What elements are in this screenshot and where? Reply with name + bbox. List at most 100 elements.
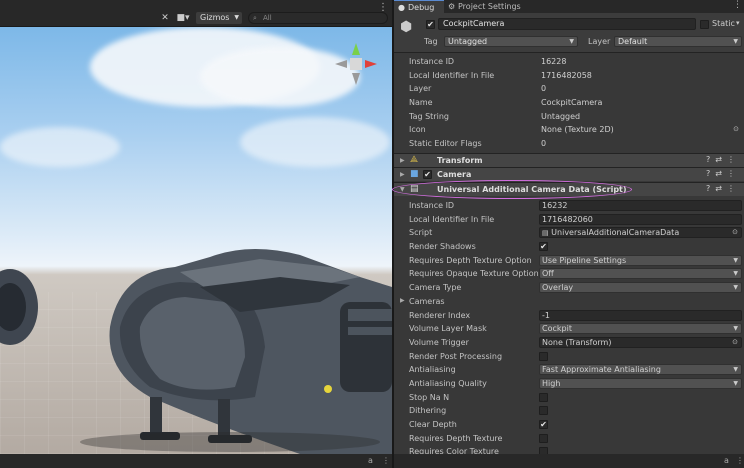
- camera-icon: ■: [410, 169, 419, 179]
- gameobject-active-checkbox[interactable]: ✔: [426, 20, 435, 29]
- scene-status-bar: a ⋮: [0, 454, 392, 468]
- scene-view[interactable]: ⋮ ✕ ■▾ Gizmos ▼ ⌕ All a ⋮: [0, 0, 392, 468]
- object-picker-icon[interactable]: ⊙: [733, 124, 739, 135]
- prop-name: Requires Depth Texture Option: [409, 255, 532, 265]
- prop-name: Camera Type: [409, 283, 462, 293]
- post-processing-checkbox[interactable]: [539, 351, 548, 361]
- object-picker-icon[interactable]: ⊙: [732, 338, 738, 347]
- cameras-foldout-label[interactable]: Cameras: [409, 297, 445, 306]
- object-field-text: None (Transform): [542, 337, 612, 347]
- tools-icon[interactable]: ✕: [158, 12, 172, 24]
- component-camera[interactable]: ▶ ■ ✔ Camera ?⇄⋮: [394, 167, 744, 181]
- dropdown-value: High: [542, 378, 561, 388]
- tab-project-settings[interactable]: ⚙ Project Settings: [444, 0, 536, 13]
- scene-status-more-icon[interactable]: ⋮: [382, 456, 390, 465]
- prop-name: Tag String: [409, 111, 449, 121]
- stop-nan-checkbox[interactable]: [539, 392, 548, 402]
- dropdown-value: Fast Approximate Antialiasing: [542, 365, 661, 375]
- prop-name: Local Identifier In File: [409, 70, 495, 80]
- camdata-row: Antialiasing Quality High ▼: [394, 377, 744, 391]
- opaque-texture-option-dropdown[interactable]: Off ▼: [539, 268, 742, 280]
- layer-dropdown[interactable]: Default ▼: [614, 36, 742, 47]
- camdata-row[interactable]: ▶ Cameras: [394, 295, 744, 309]
- foldout-arrow-icon[interactable]: ▶: [400, 171, 405, 178]
- component-transform[interactable]: ▶ ⟁ Transform ?⇄⋮: [394, 153, 744, 167]
- component-tools[interactable]: ?⇄⋮: [706, 155, 740, 164]
- prop-value: CockpitCamera: [541, 98, 603, 108]
- dropdown-value: Overlay: [542, 283, 574, 293]
- antialiasing-dropdown[interactable]: Fast Approximate Antialiasing ▼: [539, 364, 742, 376]
- camdata-row: Local Identifier In File 1716482060: [394, 213, 744, 227]
- static-checkbox[interactable]: [700, 20, 709, 29]
- camdata-row: Antialiasing Fast Approximate Antialiasin…: [394, 363, 744, 377]
- volume-layer-mask-dropdown[interactable]: Cockpit ▼: [539, 323, 742, 335]
- object-picker-icon[interactable]: ⊙: [732, 228, 738, 237]
- component-tools[interactable]: ?⇄⋮: [706, 184, 740, 193]
- component-name: Universal Additional Camera Data (Script…: [437, 185, 627, 194]
- inspector-status-a: a: [724, 456, 729, 465]
- prop-name: Stop Na N: [409, 392, 450, 402]
- scene-status-a: a: [368, 456, 373, 465]
- clear-depth-checkbox[interactable]: ✔: [539, 420, 548, 429]
- prop-value: 0: [541, 84, 547, 94]
- camdata-row: Script ▤ UniversalAdditionalCameraData ⊙: [394, 226, 744, 240]
- dropdown-value: Off: [542, 269, 554, 279]
- orientation-gizmo[interactable]: [333, 41, 379, 93]
- tag-dropdown[interactable]: Untagged ▼: [444, 36, 578, 47]
- prop-name: Render Post Processing: [409, 351, 503, 361]
- gizmos-dropdown[interactable]: Gizmos ▼: [196, 12, 242, 24]
- camdata-row: Camera Type Overlay ▼: [394, 281, 744, 295]
- camdata-row: Volume Trigger None (Transform) ⊙: [394, 336, 744, 350]
- camdata-row: Requires Depth Texture: [394, 432, 744, 446]
- layer-label: Layer: [588, 37, 611, 46]
- script-object-field[interactable]: ▤ UniversalAdditionalCameraData ⊙: [539, 227, 742, 239]
- camdata-row: Renderer Index -1: [394, 309, 744, 323]
- gameobject-header: ⬢ ✔ CockpitCamera Static ▾ Tag Untagged …: [394, 13, 744, 53]
- component-name: Transform: [437, 156, 483, 165]
- prop-field[interactable]: 16232: [539, 200, 742, 211]
- prop-field[interactable]: 1716482060: [539, 213, 742, 225]
- prop-name: Local Identifier In File: [409, 214, 495, 224]
- foldout-arrow-icon[interactable]: ▶: [400, 297, 405, 304]
- render-shadows-checkbox[interactable]: ✔: [539, 242, 548, 252]
- camera-enabled-checkbox[interactable]: ✔: [423, 170, 432, 179]
- volume-trigger-field[interactable]: None (Transform) ⊙: [539, 336, 742, 348]
- tab-debug-label: Debug: [408, 3, 435, 12]
- requires-depth-texture-checkbox[interactable]: [539, 433, 548, 443]
- inspector-status-more-icon[interactable]: ⋮: [736, 456, 744, 465]
- prop-name: Renderer Index: [409, 310, 471, 320]
- gear-icon: ⚙: [448, 2, 456, 11]
- component-universal-camera-data[interactable]: ▼ ▤ Universal Additional Camera Data (Sc…: [394, 182, 744, 196]
- prop-name: Icon: [409, 125, 426, 135]
- transform-icon: ⟁: [410, 155, 419, 165]
- prop-row-instance-id: Instance ID 16228: [394, 55, 744, 69]
- prop-value: 1716482058: [541, 70, 592, 80]
- tag-label: Tag: [424, 37, 438, 46]
- inspector-status-bar: a ⋮: [394, 454, 744, 468]
- tab-debug[interactable]: ● Debug: [394, 0, 444, 13]
- antialiasing-quality-dropdown[interactable]: High ▼: [539, 377, 742, 389]
- camera-type-dropdown[interactable]: Overlay ▼: [539, 282, 742, 294]
- prop-value: Untagged: [541, 111, 581, 121]
- static-dropdown-icon[interactable]: ▾: [736, 19, 740, 27]
- prop-value-object[interactable]: None (Texture 2D) ⊙: [539, 124, 742, 135]
- depth-texture-option-dropdown[interactable]: Use Pipeline Settings ▼: [539, 254, 742, 266]
- prop-value: 0: [541, 139, 547, 149]
- dithering-checkbox[interactable]: [539, 406, 548, 416]
- prop-row-layer: Layer 0: [394, 82, 744, 96]
- prop-name: Static Editor Flags: [409, 139, 482, 149]
- inspector-more-icon[interactable]: ⋮: [733, 0, 742, 10]
- component-tools[interactable]: ?⇄⋮: [706, 169, 740, 178]
- foldout-arrow-icon[interactable]: ▶: [400, 157, 405, 164]
- scene-viewport[interactable]: [0, 27, 392, 454]
- camdata-row: Render Shadows ✔: [394, 240, 744, 254]
- chevron-down-icon: ▼: [569, 38, 574, 45]
- gizmos-label: Gizmos: [200, 13, 230, 22]
- camdata-row: Instance ID 16232: [394, 199, 744, 213]
- tab-project-settings-label: Project Settings: [458, 2, 521, 11]
- renderer-index-field[interactable]: -1: [539, 309, 742, 321]
- scene-search-input[interactable]: ⌕ All: [248, 12, 388, 24]
- camera-settings-icon[interactable]: ■▾: [176, 12, 190, 24]
- foldout-arrow-icon[interactable]: ▼: [400, 186, 405, 193]
- gameobject-name-field[interactable]: CockpitCamera: [438, 18, 696, 30]
